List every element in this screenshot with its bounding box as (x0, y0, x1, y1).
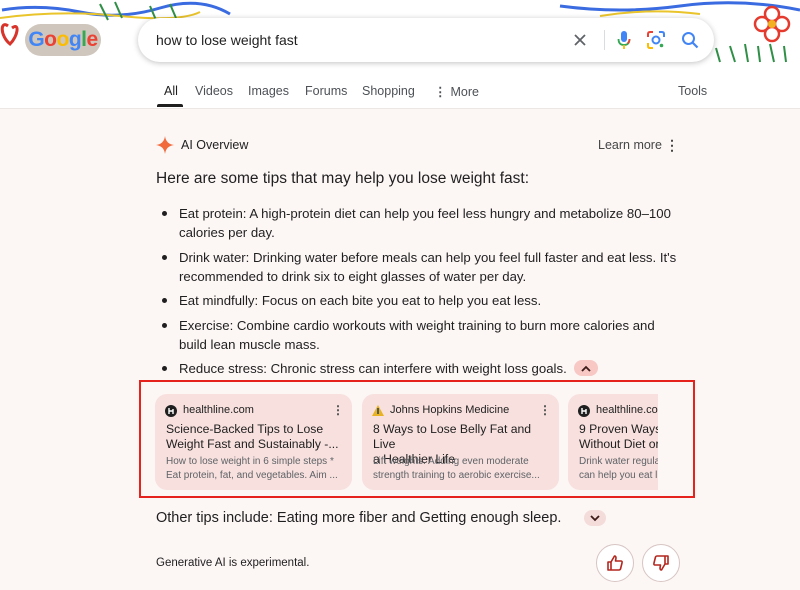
source-site: healthline.com (596, 404, 658, 416)
ai-overview-title: AI Overview (181, 138, 249, 152)
bullet (162, 254, 167, 260)
source-card[interactable]: Johns Hopkins Medicine ⋮ 8 Ways to Lose … (362, 394, 559, 490)
tip-text: Exercise: Combine cardio workouts with w… (179, 317, 655, 352)
chevron-up-icon (581, 365, 591, 372)
kebab-icon: ⋮ (434, 85, 447, 99)
source-snippet: Lift weights. Adding even moderate stren… (373, 456, 540, 481)
gemini-sparkle-icon (156, 136, 174, 154)
list-item: Exercise: Combine cardio workouts with w… (160, 316, 680, 354)
thumbs-up-button[interactable] (596, 544, 634, 582)
tip-text: Reduce stress: Chronic stress can interf… (179, 361, 567, 376)
search-divider (604, 30, 605, 50)
bullet (162, 298, 167, 303)
tips-list: Eat protein: A high-protein diet can hel… (160, 204, 680, 384)
clear-icon[interactable] (568, 28, 592, 52)
card-menu-icon[interactable]: ⋮ (539, 403, 551, 417)
active-tab-indicator (157, 104, 183, 107)
source-site: Johns Hopkins Medicine (390, 404, 510, 416)
tab-shopping[interactable]: Shopping (362, 84, 415, 98)
search-header: Google how to lose weight fast All Video… (0, 0, 800, 108)
list-item: Eat protein: A high-protein diet can hel… (160, 204, 680, 242)
source-card[interactable]: healthline.com ⋮ Science-Backed Tips to … (155, 394, 352, 490)
learn-more-link[interactable]: Learn more (598, 138, 662, 152)
card-menu-icon[interactable]: ⋮ (332, 403, 344, 417)
other-tips-text: Other tips include: Eating more fiber an… (156, 510, 562, 526)
source-snippet: Drink water regula can help you eat l (579, 456, 658, 481)
generative-ai-disclaimer: Generative AI is experimental. (156, 557, 310, 569)
search-input[interactable] (156, 29, 556, 51)
thumbs-down-button[interactable] (642, 544, 680, 582)
thumbs-up-icon (607, 555, 623, 571)
ai-overview-intro: Here are some tips that may help you los… (156, 170, 530, 187)
healthline-favicon-icon (165, 405, 177, 417)
list-item: Drink water: Drinking water before meals… (160, 248, 680, 286)
tip-text: Eat protein: A high-protein diet can hel… (179, 206, 671, 240)
ai-overview-menu-icon[interactable]: ⋮ (665, 137, 679, 153)
tab-forums[interactable]: Forums (305, 84, 347, 98)
tip-text: Eat mindfully: Focus on each bite you ea… (179, 293, 542, 308)
hopkins-favicon-icon (372, 405, 384, 416)
expand-button[interactable] (584, 510, 606, 526)
collapse-sources-button[interactable] (574, 360, 598, 376)
tab-more[interactable]: ⋮ More (434, 84, 479, 99)
source-title: 9 Proven Ways t Without Diet or (579, 422, 658, 451)
tab-all[interactable]: All (164, 84, 178, 98)
search-icon[interactable] (678, 28, 702, 52)
source-cards-carousel[interactable]: healthline.com ⋮ Science-Backed Tips to … (155, 394, 658, 490)
lens-camera-icon[interactable] (644, 28, 668, 52)
thumbs-down-icon (653, 555, 669, 571)
logo-text: Google (28, 28, 98, 51)
bullet (162, 366, 167, 371)
tip-text: Drink water: Drinking water before meals… (179, 249, 677, 284)
list-item: Eat mindfully: Focus on each bite you ea… (160, 291, 680, 310)
tab-images[interactable]: Images (248, 84, 289, 98)
microphone-icon[interactable] (612, 28, 636, 52)
search-box (138, 18, 714, 62)
source-snippet: How to lose weight in 6 simple steps * E… (166, 456, 338, 481)
tools-button[interactable]: Tools (678, 84, 707, 98)
tab-more-label: More (450, 85, 479, 99)
bullet (162, 322, 167, 328)
tab-videos[interactable]: Videos (195, 84, 233, 98)
source-title: Science-Backed Tips to Lose Weight Fast … (166, 422, 339, 451)
source-site: healthline.com (183, 404, 254, 416)
bullet (162, 211, 167, 216)
google-doodle-logo[interactable]: Google (25, 24, 101, 56)
list-item: Reduce stress: Chronic stress can interf… (160, 359, 680, 378)
chevron-down-icon (590, 514, 600, 521)
source-card[interactable]: healthline.com 9 Proven Ways t Without D… (568, 394, 658, 490)
healthline-favicon-icon (578, 405, 590, 417)
